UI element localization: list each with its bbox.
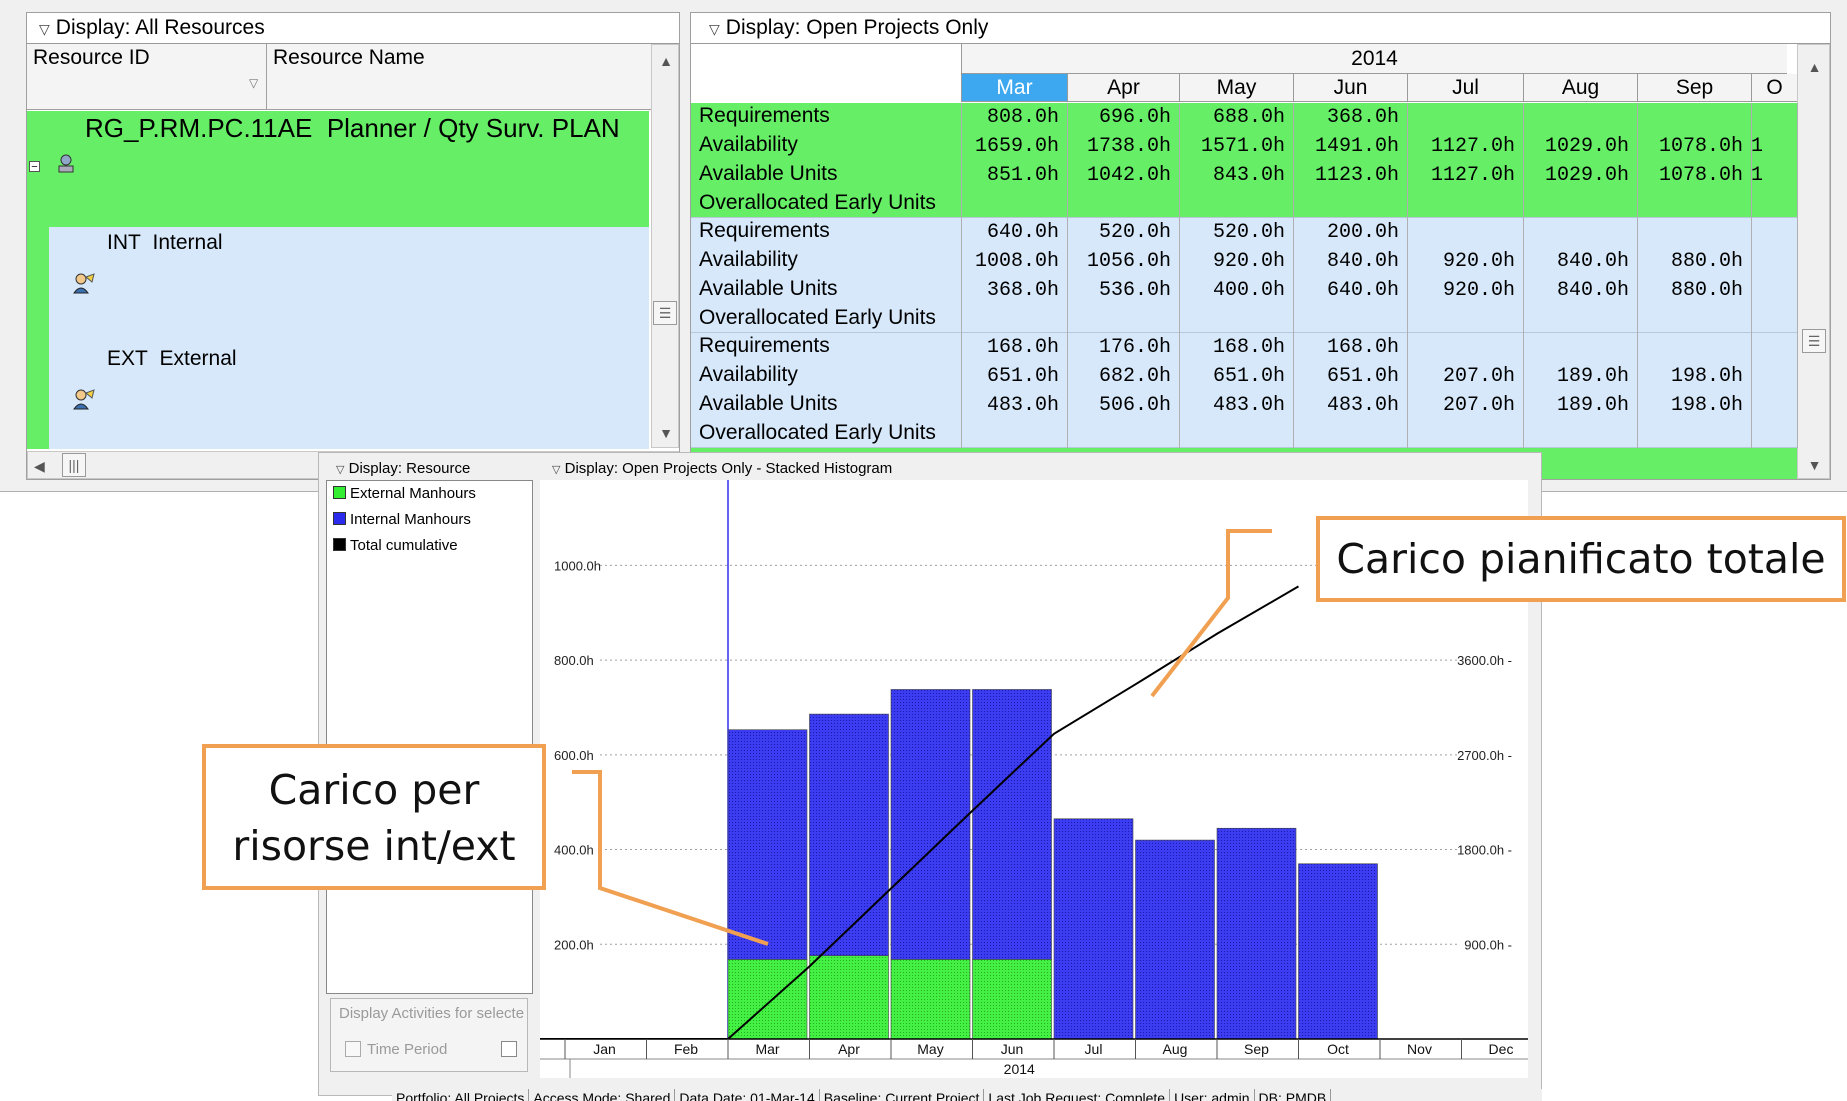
callout-resource-load: Carico per risorse int/ext [202, 744, 546, 890]
callout-connector-resources [572, 770, 769, 946]
callout-resource-line1: Carico per [268, 766, 480, 814]
callout-total-load: Carico pianificato totale [1316, 516, 1846, 602]
callout-total-label: Carico pianificato totale [1336, 535, 1826, 583]
callout-connector-total [1150, 529, 1272, 698]
callout-resource-line2: risorse int/ext [232, 822, 516, 870]
